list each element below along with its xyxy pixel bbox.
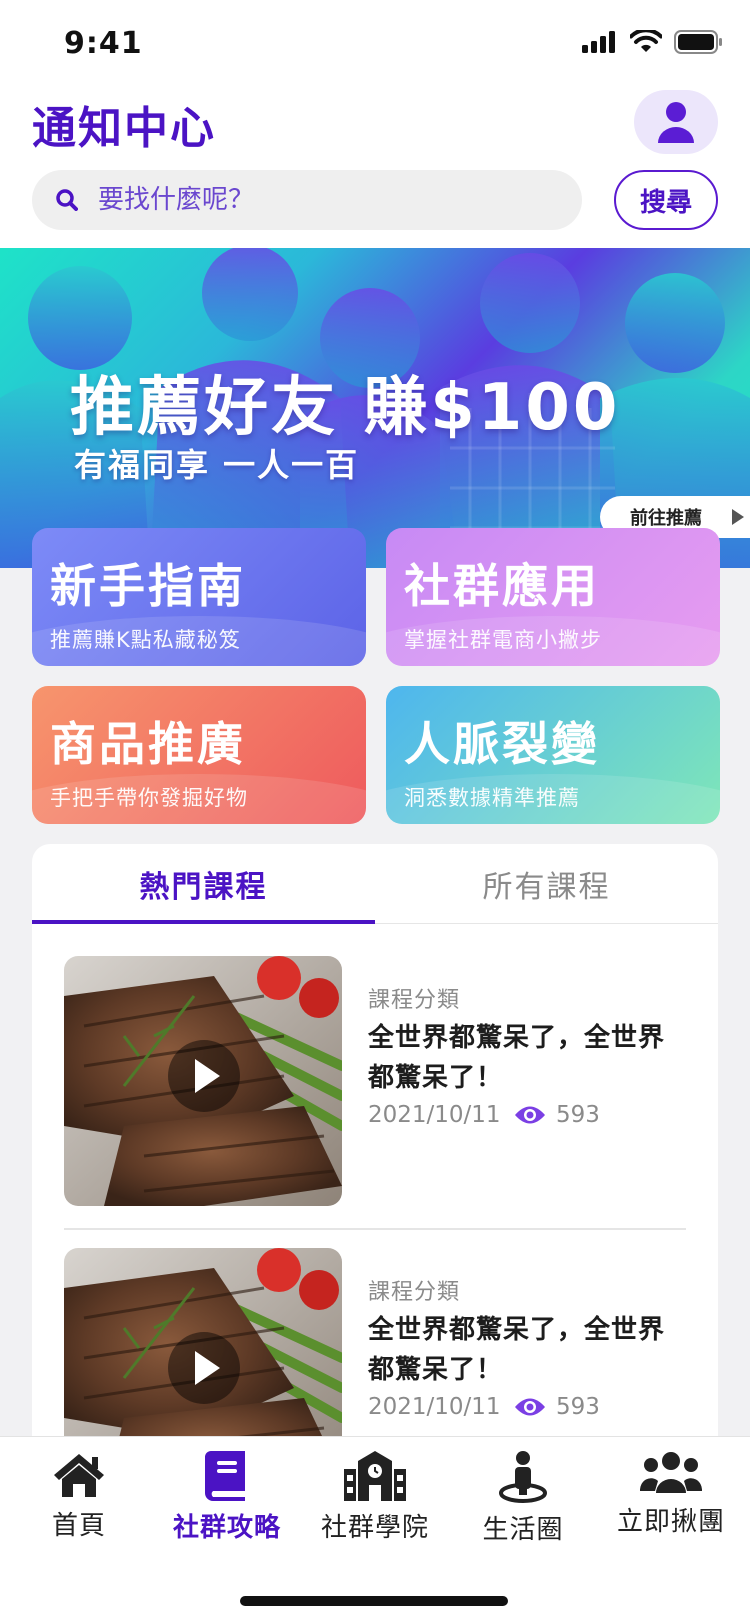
tabbar-item-social-guide[interactable]: 社群攻略 [152,1451,302,1544]
home-indicator[interactable] [240,1596,508,1606]
course-tabs: 熱門課程 所有課程 [32,844,718,924]
search-icon [56,189,78,211]
card-subtitle: 推薦賺K點私藏秘笈 [50,628,241,652]
steak-image [64,1248,342,1444]
tabbar-label: 社群學院 [320,1513,429,1543]
play-arrow-icon [732,509,744,525]
home-icon [54,1454,104,1497]
promo-banner[interactable]: 推薦好友 賺$100 有福同享 一人一百 前往推薦 [0,248,750,568]
tabbar-label: 首頁 [51,1511,106,1541]
card-title: 商品推廣 [50,717,246,771]
card-product-promotion[interactable]: 商品推廣 手把手帶你發掘好物 [32,686,366,824]
tabbar-item-group-buy[interactable]: 立即揪團 [596,1451,746,1538]
page-title: 通知中心 [32,103,216,154]
search-bar[interactable] [32,170,582,230]
list-divider [64,1228,686,1230]
search-input[interactable] [98,185,518,215]
location-person-icon [499,1451,547,1503]
eye-icon [515,1398,545,1416]
card-title: 人脈裂變 [404,717,600,771]
course-list-item[interactable]: 課程分類 全世界都驚呆了，全世界都驚呆了！ 2021/10/11 593 [64,1248,686,1444]
search-button[interactable]: 搜尋 [614,170,718,230]
course-view-count: 593 [556,1102,600,1128]
course-category: 課程分類 [368,988,461,1013]
group-icon [640,1452,702,1493]
course-thumbnail[interactable] [64,956,342,1206]
tabbar-item-lifestyle[interactable]: 生活圈 [448,1451,598,1546]
avatar-button[interactable] [634,90,718,154]
card-subtitle: 掌握社群電商小撇步 [404,628,602,652]
tabbar-label: 立即揪團 [616,1507,725,1537]
book-icon [205,1451,245,1501]
course-category: 課程分類 [368,1280,461,1305]
steak-image [64,956,342,1206]
course-views: 593 [514,1394,600,1420]
active-tab-indicator [32,920,375,924]
tab-all-courses[interactable]: 所有課程 [375,844,718,923]
card-social-apps[interactable]: 社群應用 掌握社群電商小撇步 [386,528,720,666]
user-icon [658,102,694,143]
tabbar-label: 生活圈 [482,1515,564,1545]
course-thumbnail[interactable] [64,1248,342,1444]
status-icons [582,30,722,54]
course-date: 2021/10/11 [368,1394,501,1420]
status-time: 9:41 [64,26,143,61]
tab-popular-courses[interactable]: 熱門課程 [32,844,375,923]
status-bar: 9:41 [0,0,750,88]
tabbar-label: 社群攻略 [172,1513,281,1543]
signal-icon [582,31,615,53]
course-views: 593 [514,1102,600,1128]
course-view-count: 593 [556,1394,600,1420]
banner-subtitle: 有福同享 一人一百 [74,446,360,484]
tabbar-item-social-academy[interactable]: 社群學院 [300,1451,450,1544]
card-title: 新手指南 [50,559,246,613]
battery-icon [674,30,722,54]
wifi-icon [630,30,662,52]
header: 通知中心 搜尋 [0,88,750,248]
card-network-growth[interactable]: 人脈裂變 洞悉數據精準推薦 [386,686,720,824]
school-icon [344,1451,406,1501]
banner-link-label: 前往推薦 [630,508,702,529]
card-beginner-guide[interactable]: 新手指南 推薦賺K點私藏秘笈 [32,528,366,666]
course-panel: 熱門課程 所有課程 課程分類 全世界都驚呆了，全世界都驚呆了！ 2021/10/… [32,844,718,1444]
eye-icon [515,1106,545,1124]
course-list-item[interactable]: 課程分類 全世界都驚呆了，全世界都驚呆了！ 2021/10/11 593 [64,956,686,1206]
course-date: 2021/10/11 [368,1102,501,1128]
course-title: 全世界都驚呆了，全世界都驚呆了！ [368,1023,666,1093]
card-subtitle: 手把手帶你發掘好物 [50,786,248,810]
course-title: 全世界都驚呆了，全世界都驚呆了！ [368,1315,666,1385]
tabbar-item-home[interactable]: 首頁 [4,1451,154,1542]
card-title: 社群應用 [404,559,600,613]
banner-title: 推薦好友 賺$100 [70,371,621,445]
card-subtitle: 洞悉數據精準推薦 [404,786,580,810]
